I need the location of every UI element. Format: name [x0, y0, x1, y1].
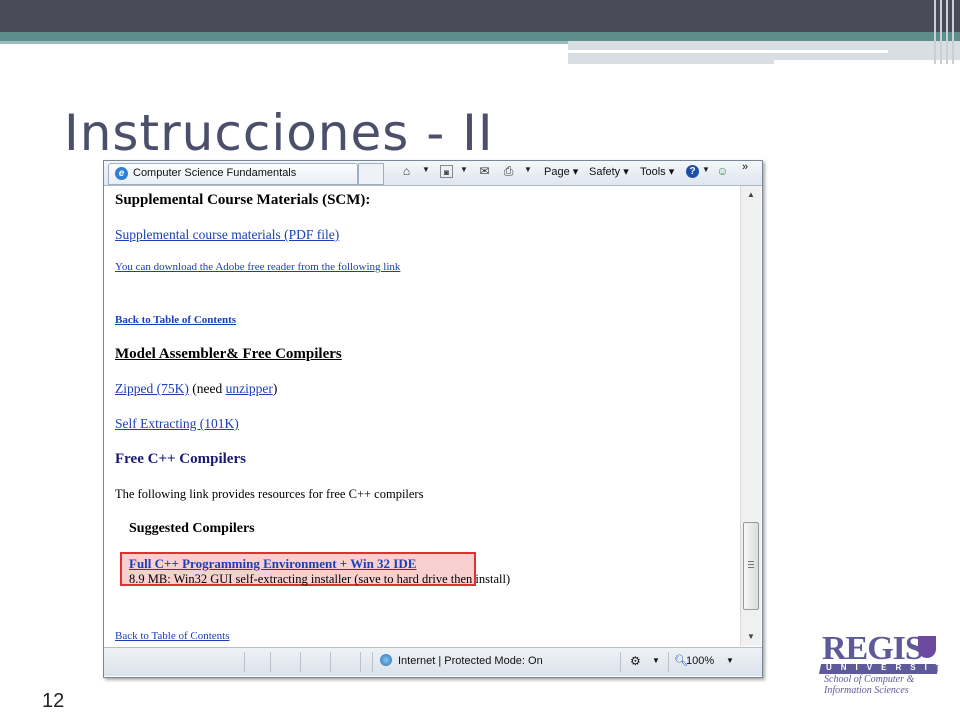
suggested-heading: Suggested Compilers: [129, 521, 255, 536]
zipped-line: Zipped (75K) (need unzipper): [115, 381, 277, 397]
messenger-icon[interactable]: ☺: [716, 165, 729, 178]
logo-subtitle: School of Computer & Information Science…: [824, 674, 914, 696]
shield-icon: [918, 636, 936, 658]
slide-corner-stripes: [930, 0, 960, 64]
ide-link[interactable]: Full C++ Programming Environment + Win 3…: [129, 556, 416, 572]
home-icon[interactable]: ⌂: [400, 165, 413, 178]
logo-wordmark: REGIS: [822, 630, 924, 667]
security-dropdown-icon[interactable]: ▼: [652, 656, 660, 665]
zipped-link[interactable]: Zipped (75K): [115, 381, 189, 396]
toolbar-overflow-button[interactable]: »: [742, 161, 748, 173]
vertical-scrollbar[interactable]: ▲ ▼: [740, 186, 761, 646]
browser-tab[interactable]: e Computer Science Fundamentals: [108, 163, 358, 185]
tab-title: Computer Science Fundamentals: [133, 167, 297, 179]
logo-university: UNIVERSITY: [826, 663, 960, 672]
status-bar: Internet | Protected Mode: On ⚙ ▼ 🔍︎ 100…: [104, 647, 762, 676]
back-to-toc-link-1[interactable]: Back to Table of Contents: [115, 314, 236, 326]
ide-description: 8.9 MB: Win32 GUI self-extracting instal…: [129, 572, 511, 586]
slide-top-bar: [0, 0, 960, 32]
scm-pdf-link[interactable]: Supplemental course materials (PDF file): [115, 227, 339, 243]
tools-menu[interactable]: Tools ▾: [640, 165, 674, 178]
zoom-dropdown-icon[interactable]: ▼: [726, 656, 734, 665]
page-content: Supplemental Course Materials (SCM): Sup…: [104, 186, 740, 646]
assembler-heading: Model Assembler& Free Compilers: [115, 346, 342, 362]
page-menu[interactable]: Page ▾: [544, 165, 578, 178]
help-icon[interactable]: ?: [686, 165, 699, 178]
regis-logo: REGIS UNIVERSITY School of Computer & In…: [818, 630, 955, 702]
cpp-description: The following link provides resources fo…: [115, 487, 424, 501]
feeds-icon[interactable]: ◙: [440, 165, 453, 178]
scroll-up-icon[interactable]: ▲: [741, 186, 761, 204]
scrollbar-thumb[interactable]: [743, 522, 759, 610]
logo-subtitle-line-2: Information Sciences: [824, 685, 909, 696]
scroll-down-icon[interactable]: ▼: [741, 628, 761, 646]
new-tab-button[interactable]: [358, 163, 384, 185]
slide-title: Instrucciones - II: [64, 104, 494, 162]
home-dropdown-icon[interactable]: ▼: [422, 165, 430, 174]
zoom-level[interactable]: 100%: [686, 655, 714, 667]
safety-menu[interactable]: Safety ▾: [589, 165, 629, 178]
logo-subtitle-line-1: School of Computer &: [824, 674, 915, 685]
command-bar: e Computer Science Fundamentals ⌂ ▼ ◙ ▼ …: [104, 161, 762, 186]
unzipper-link[interactable]: unzipper: [226, 381, 273, 396]
slide-number: 12: [42, 690, 65, 712]
help-dropdown-icon[interactable]: ▼: [702, 165, 710, 174]
need-prefix: (need: [188, 381, 226, 396]
security-icon[interactable]: ⚙: [630, 654, 641, 668]
self-extracting-link[interactable]: Self Extracting (101K): [115, 416, 239, 432]
print-icon[interactable]: ⎙: [502, 165, 515, 178]
mail-icon[interactable]: ✉: [478, 165, 491, 178]
back-to-toc-link-2[interactable]: Back to Table of Contents: [115, 630, 230, 642]
adobe-reader-link[interactable]: You can download the Adobe free reader f…: [115, 261, 400, 273]
browser-window: e Computer Science Fundamentals ⌂ ▼ ◙ ▼ …: [103, 160, 763, 678]
slide-white-line: [568, 50, 888, 53]
feeds-dropdown-icon[interactable]: ▼: [460, 165, 468, 174]
slide-teal-accent: [0, 41, 568, 44]
ie-icon: e: [115, 167, 128, 180]
globe-icon: [380, 654, 392, 666]
cpp-heading: Free C++ Compilers: [115, 451, 246, 467]
zone-status: Internet | Protected Mode: On: [398, 655, 543, 667]
scm-heading: Supplemental Course Materials (SCM):: [115, 192, 371, 208]
need-suffix: ): [272, 381, 278, 396]
slide-teal-band: [0, 32, 960, 41]
print-dropdown-icon[interactable]: ▼: [524, 165, 532, 174]
